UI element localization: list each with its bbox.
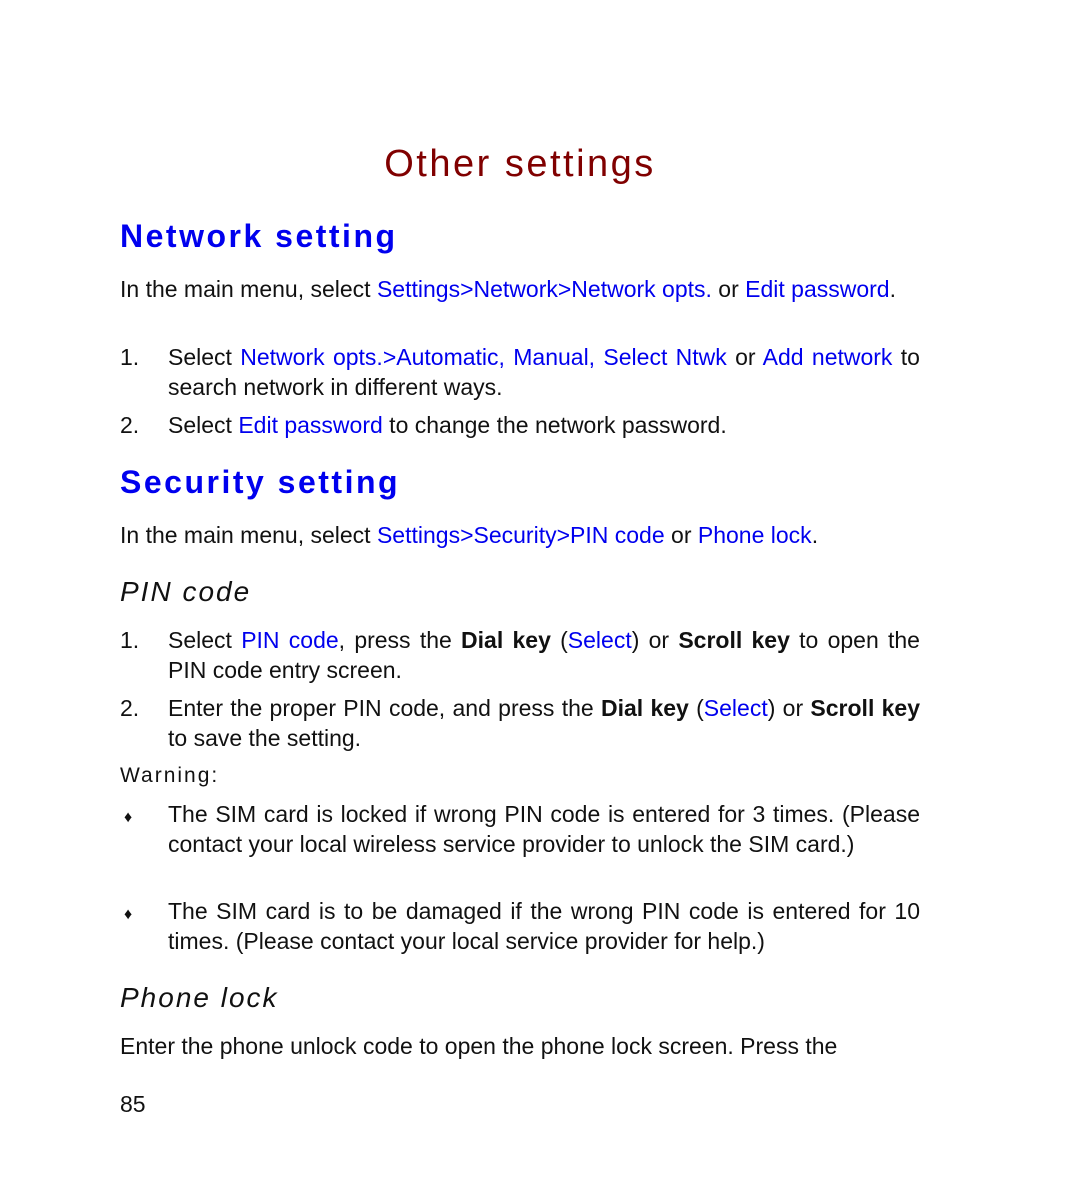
menu-path-network-opts: Settings>Network>Network opts. (376, 276, 712, 302)
step-text: ) or (767, 695, 811, 721)
step-text: Select (168, 412, 239, 438)
pin-step-1: 1. Select PIN code, press the Dial key (… (120, 625, 920, 685)
key-name-scroll: Scroll key (678, 627, 790, 653)
intro-text: In the main menu, select (120, 522, 377, 548)
menu-path-network-options: Network opts.>Automatic, Manual, Select … (240, 344, 727, 370)
diamond-bullet-icon: ♦ (124, 809, 133, 826)
step-text: to save the setting. (168, 725, 362, 751)
key-name-scroll: Scroll key (810, 695, 921, 721)
step-number: 2. (120, 695, 140, 721)
menu-item-pin-code: PIN code (241, 627, 339, 653)
step-text: to change the network password. (382, 412, 727, 438)
network-step-1: 1. Select Network opts.>Automatic, Manua… (120, 342, 920, 402)
warning-text: The SIM card is to be damaged if the wro… (168, 898, 920, 954)
step-text: Select (168, 627, 242, 653)
network-step-2: 2. Select Edit password to change the ne… (120, 410, 920, 440)
page-title: Other settings (384, 143, 656, 185)
intro-text: . (889, 276, 896, 302)
step-text: Enter the proper PIN code, and press the (168, 695, 601, 721)
key-name-dial: Dial key (600, 695, 689, 721)
step-text: ( (550, 627, 568, 653)
network-intro: In the main menu, select Settings>Networ… (120, 274, 920, 305)
step-number: 1. (120, 627, 140, 653)
phone-lock-text: Enter the phone unlock code to open the … (120, 1033, 838, 1059)
warning-item: ♦ The SIM card is to be damaged if the w… (120, 896, 920, 956)
menu-path-edit-password: Edit password (238, 412, 383, 438)
intro-text: . (811, 522, 819, 548)
menu-path-pin-code: Settings>Security>PIN code (376, 522, 665, 548)
step-text: ) or (631, 627, 679, 653)
step-text: ( (688, 695, 704, 721)
security-setting-heading: Security setting (120, 464, 401, 500)
menu-path-add-network: Add network (762, 344, 893, 370)
pin-code-heading: PIN code (120, 576, 252, 607)
intro-text: In the main menu, select (120, 276, 377, 302)
step-text: , press the (338, 627, 462, 653)
phone-lock-heading: Phone lock (120, 982, 279, 1013)
step-number: 1. (120, 344, 140, 370)
menu-path-edit-password: Edit password (745, 276, 890, 302)
softkey-select: Select (567, 627, 632, 653)
intro-text: or (711, 276, 746, 302)
menu-path-phone-lock: Phone lock (697, 522, 812, 548)
warning-label: Warning: (120, 764, 220, 787)
diamond-bullet-icon: ♦ (124, 906, 133, 923)
softkey-select: Select (703, 695, 768, 721)
step-number: 2. (120, 412, 140, 438)
key-name-dial: Dial key (461, 627, 551, 653)
pin-step-2: 2. Enter the proper PIN code, and press … (120, 693, 920, 753)
network-setting-heading: Network setting (120, 218, 398, 254)
intro-text: or (664, 522, 698, 548)
warning-item: ♦ The SIM card is locked if wrong PIN co… (120, 799, 920, 859)
security-intro: In the main menu, select Settings>Securi… (120, 520, 920, 551)
step-text: Select (168, 344, 241, 370)
warning-text: The SIM card is locked if wrong PIN code… (168, 801, 920, 857)
step-text: or (726, 344, 763, 370)
page-number: 85 (120, 1091, 146, 1117)
